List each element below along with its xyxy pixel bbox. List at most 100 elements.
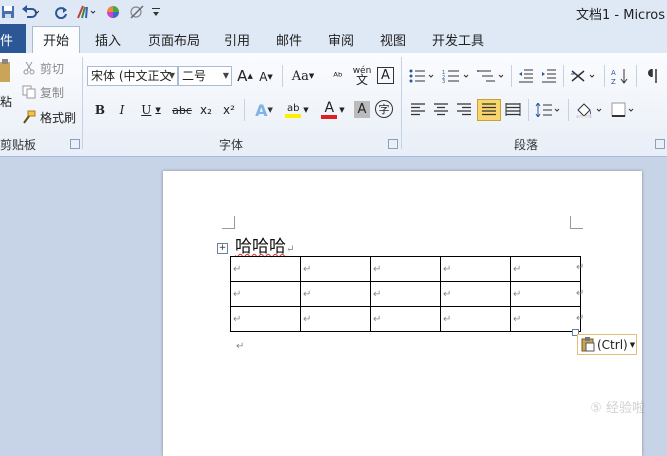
format-painter-button[interactable]: 格式刷 xyxy=(22,108,76,126)
align-left-button[interactable] xyxy=(408,101,428,119)
tab-page-layout[interactable]: 页面布局 xyxy=(148,30,200,49)
table-move-handle-icon[interactable]: + xyxy=(217,243,228,254)
shrink-font-button[interactable]: A ▼ xyxy=(258,69,274,85)
justify-button[interactable] xyxy=(477,99,501,121)
table-cell[interactable]: ↵ xyxy=(510,306,581,332)
group-divider xyxy=(82,57,83,149)
strikethrough-icon: abc xyxy=(172,103,192,117)
phonetic-guide-button[interactable]: wén 文 xyxy=(351,65,373,87)
sort-button[interactable]: AZ xyxy=(610,66,630,86)
align-center-button[interactable] xyxy=(431,101,451,119)
highlight-button[interactable]: ab ▼ xyxy=(282,100,312,120)
copy-button[interactable]: 复制 xyxy=(22,83,64,101)
grow-font-button[interactable]: A ▲ xyxy=(236,67,254,85)
superscript-button[interactable]: x² xyxy=(220,101,238,119)
underline-button[interactable]: U ▼ xyxy=(138,101,164,119)
bold-button[interactable]: B xyxy=(92,101,108,119)
tab-mailings[interactable]: 邮件 xyxy=(276,30,302,49)
table-cell[interactable]: ↵ xyxy=(370,306,441,332)
svg-text:Z: Z xyxy=(611,78,616,85)
paste-icon[interactable] xyxy=(0,57,10,87)
table-cell[interactable]: ↵ xyxy=(440,281,511,307)
font-name-combo[interactable]: 宋体 (中文正文 ▼ xyxy=(87,66,178,86)
increase-indent-button[interactable] xyxy=(540,67,558,85)
table-cell[interactable]: ↵ xyxy=(440,256,511,282)
color-wheel-icon[interactable] xyxy=(105,3,121,21)
align-right-button[interactable] xyxy=(454,101,474,119)
bullets-button[interactable] xyxy=(408,67,436,85)
numbering-button[interactable]: 123 xyxy=(441,67,471,85)
shading-button[interactable] xyxy=(574,100,606,120)
show-hide-marks-button[interactable] xyxy=(644,67,662,85)
change-case-button[interactable]: Aa ▼ xyxy=(289,67,317,85)
line-spacing-button[interactable] xyxy=(534,101,562,119)
decrease-indent-icon xyxy=(519,69,533,83)
bold-icon: B xyxy=(94,103,106,117)
save-icon[interactable] xyxy=(0,3,16,21)
undo-icon[interactable] xyxy=(20,3,40,21)
subscript-button[interactable]: x₂ xyxy=(197,101,215,119)
distributed-button[interactable] xyxy=(503,101,523,119)
underline-icon: U xyxy=(141,103,152,117)
paste-options-button[interactable]: (Ctrl) ▼ xyxy=(577,334,637,355)
format-painter-icon[interactable] xyxy=(74,3,98,21)
tab-review[interactable]: 审阅 xyxy=(328,30,354,49)
tab-developer[interactable]: 开发工具 xyxy=(432,30,484,49)
font-launcher-icon[interactable] xyxy=(388,139,398,149)
customize-icon[interactable] xyxy=(150,3,162,21)
group-divider xyxy=(401,57,402,149)
row-end-mark: ↵ xyxy=(576,313,585,324)
clear-format-icon[interactable] xyxy=(128,3,146,21)
font-color-button[interactable]: A ▼ xyxy=(318,100,348,120)
table-cell[interactable]: ↵ xyxy=(370,281,441,307)
tab-file[interactable]: 件 xyxy=(0,24,26,53)
chinese-layout-button[interactable] xyxy=(569,67,599,85)
table-cell[interactable]: ↵ xyxy=(370,256,441,282)
tab-view[interactable]: 视图 xyxy=(380,30,406,49)
strikethrough-button[interactable]: abc xyxy=(171,101,193,119)
font-size-combo[interactable]: 二号 ▼ xyxy=(178,66,232,86)
watermark: ⑤ 经验啦 xyxy=(590,401,645,416)
borders-button[interactable] xyxy=(610,100,638,120)
justify-icon xyxy=(482,103,496,116)
table-cell[interactable]: ↵ xyxy=(300,306,371,332)
line-spacing-icon xyxy=(535,103,560,117)
tab-references[interactable]: 引用 xyxy=(224,30,250,49)
table-cell[interactable]: ↵ xyxy=(230,256,301,282)
sort-icon: AZ xyxy=(611,69,628,85)
enclose-characters-icon: 字 xyxy=(378,103,390,116)
clipboard-launcher-icon[interactable] xyxy=(70,139,80,149)
copy-label: 复制 xyxy=(40,85,65,100)
decrease-indent-button[interactable] xyxy=(517,67,535,85)
paragraph-launcher-icon[interactable] xyxy=(655,139,665,149)
document-heading[interactable]: 哈哈哈↵ xyxy=(235,232,294,257)
table-cell[interactable]: ↵ xyxy=(300,256,371,282)
italic-button[interactable]: I xyxy=(114,101,130,119)
tab-home[interactable]: 开始 xyxy=(32,26,81,54)
scissors-icon xyxy=(23,61,35,75)
table-cell[interactable]: ↵ xyxy=(230,281,301,307)
table-cell[interactable]: ↵ xyxy=(510,256,581,282)
text-effects-button[interactable]: A ▼ xyxy=(250,100,278,120)
change-case-icon: Aa xyxy=(291,68,309,84)
multilevel-list-button[interactable] xyxy=(476,67,506,85)
tab-insert[interactable]: 插入 xyxy=(95,30,121,49)
multilevel-list-icon xyxy=(477,70,504,82)
table-cell[interactable]: ↵ xyxy=(230,306,301,332)
divider xyxy=(282,65,283,87)
table-row: ↵ ↵ ↵ ↵ ↵ xyxy=(230,306,581,332)
cut-label: 剪切 xyxy=(40,61,65,76)
bullets-icon xyxy=(409,69,434,83)
redo-icon[interactable] xyxy=(54,3,68,21)
table-cell[interactable]: ↵ xyxy=(440,306,511,332)
table-cell[interactable]: ↵ xyxy=(300,281,371,307)
document-table[interactable]: ↵ ↵ ↵ ↵ ↵ ↵ ↵ ↵ ↵ ↵ ↵ ↵ ↵ ↵ ↵ xyxy=(230,256,581,332)
distributed-icon xyxy=(505,103,521,116)
enclose-characters-button[interactable]: 字 xyxy=(375,100,393,118)
clear-formatting-button[interactable]: ᴬᵇ xyxy=(329,67,347,85)
character-border-button[interactable]: A xyxy=(377,67,394,84)
cut-button[interactable]: 剪切 xyxy=(22,59,64,77)
paste-button[interactable]: 粘 xyxy=(0,93,12,109)
table-cell[interactable]: ↵ xyxy=(510,281,581,307)
character-shading-button[interactable]: A xyxy=(354,101,370,118)
